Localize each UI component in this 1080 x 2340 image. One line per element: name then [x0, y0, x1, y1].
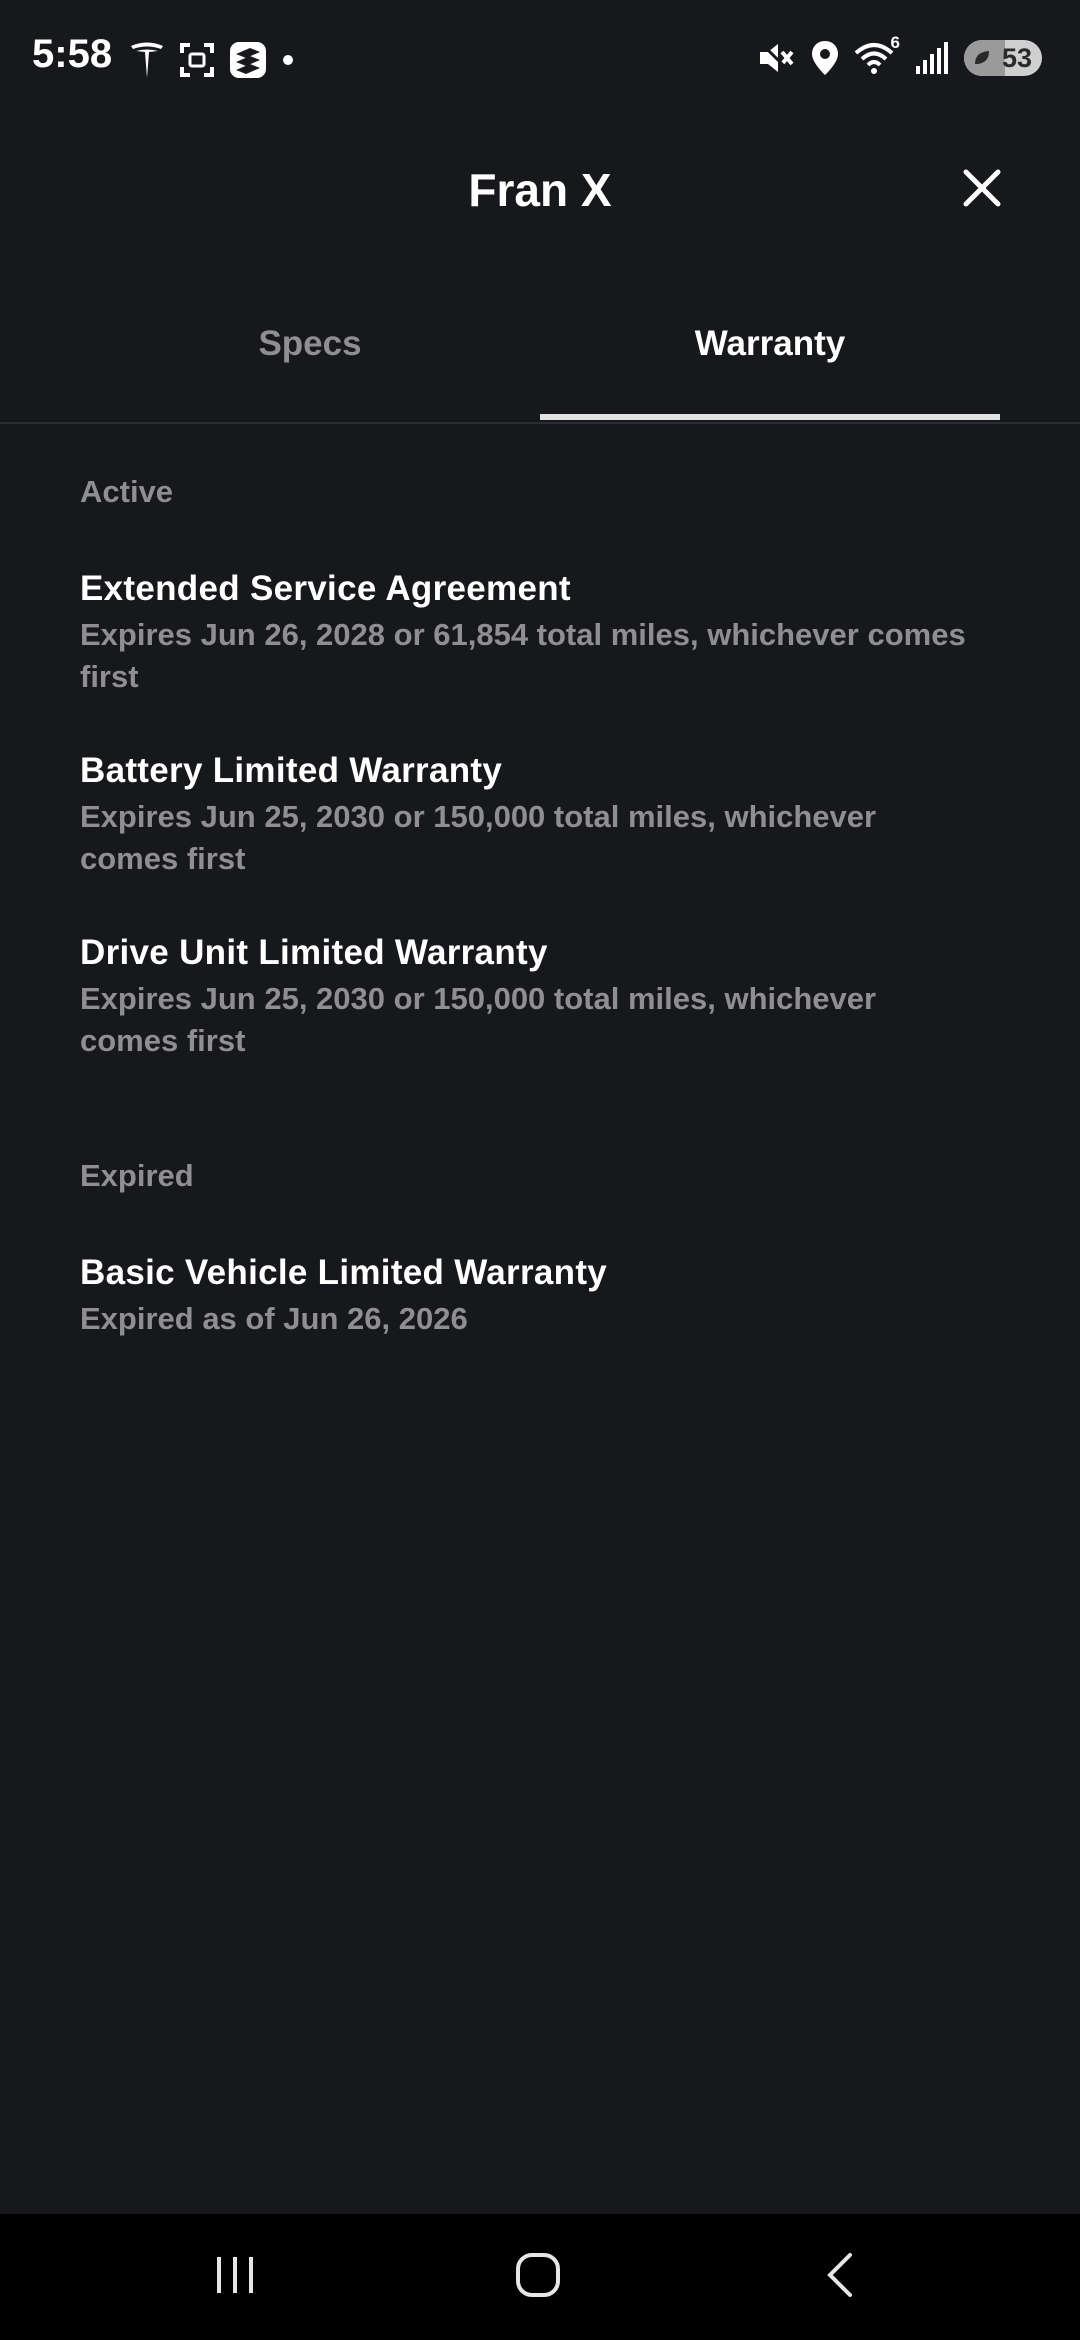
warranty-item-subtitle: Expired as of Jun 26, 2026	[80, 1301, 468, 1336]
recents-button[interactable]	[175, 2214, 295, 2340]
status-left-icons	[128, 40, 296, 80]
mute-icon	[756, 38, 796, 78]
warranty-item: Battery Limited Warranty Expires Jun 25,…	[80, 748, 1020, 880]
battery-saver-icon	[972, 48, 992, 68]
warranty-item-title: Basic Vehicle Limited Warranty	[80, 1253, 608, 1292]
screenshot-icon	[178, 41, 216, 79]
warranty-item-subtitle: Expires Jun 25, 2030 or 150,000 total mi…	[80, 799, 877, 876]
recents-icon	[213, 2253, 257, 2302]
status-time: 5:58	[32, 32, 113, 76]
warranty-item-subtitle: Expires Jun 26, 2028 or 61,854 total mil…	[80, 617, 966, 694]
status-right-icons: 6 53	[756, 33, 1042, 78]
warranty-list: Active Extended Service Agreement Expire…	[80, 470, 1020, 1390]
system-nav-bar	[0, 2214, 1080, 2340]
location-icon	[810, 39, 840, 77]
home-icon	[514, 2251, 562, 2304]
page-title: Fran X	[468, 164, 612, 216]
tab-specs[interactable]: Specs	[80, 300, 540, 420]
section-label-active: Active	[80, 474, 174, 509]
close-button[interactable]	[956, 164, 1008, 216]
wifi-badge: 6	[890, 33, 900, 52]
warranty-item: Drive Unit Limited Warranty Expires Jun …	[80, 930, 1020, 1062]
status-bar: 5:58 6 53	[0, 0, 1080, 124]
battery-indicator: 53	[964, 40, 1042, 76]
warranty-item: Extended Service Agreement Expires Jun 2…	[80, 566, 1020, 698]
back-icon	[822, 2251, 858, 2304]
warranty-item: Basic Vehicle Limited Warranty Expired a…	[80, 1250, 1020, 1340]
tesla-logo-icon	[128, 40, 166, 80]
tab-warranty[interactable]: Warranty	[540, 300, 1000, 420]
warranty-item-title: Battery Limited Warranty	[80, 751, 503, 790]
stack-app-icon	[228, 40, 268, 80]
wifi-icon: 6	[854, 33, 900, 77]
section-label-expired: Expired	[80, 1158, 194, 1193]
warranty-item-title: Extended Service Agreement	[80, 569, 571, 608]
warranty-item-subtitle: Expires Jun 25, 2030 or 150,000 total mi…	[80, 981, 877, 1058]
home-button[interactable]	[478, 2214, 598, 2340]
tab-bar: Specs Warranty	[0, 300, 1080, 424]
close-icon	[962, 168, 1002, 213]
signal-icon	[914, 40, 950, 76]
notification-dot-icon	[280, 52, 296, 68]
back-button[interactable]	[780, 2214, 900, 2340]
battery-level: 53	[1001, 43, 1032, 73]
warranty-item-title: Drive Unit Limited Warranty	[80, 933, 548, 972]
tab-selected-indicator	[540, 414, 1000, 420]
